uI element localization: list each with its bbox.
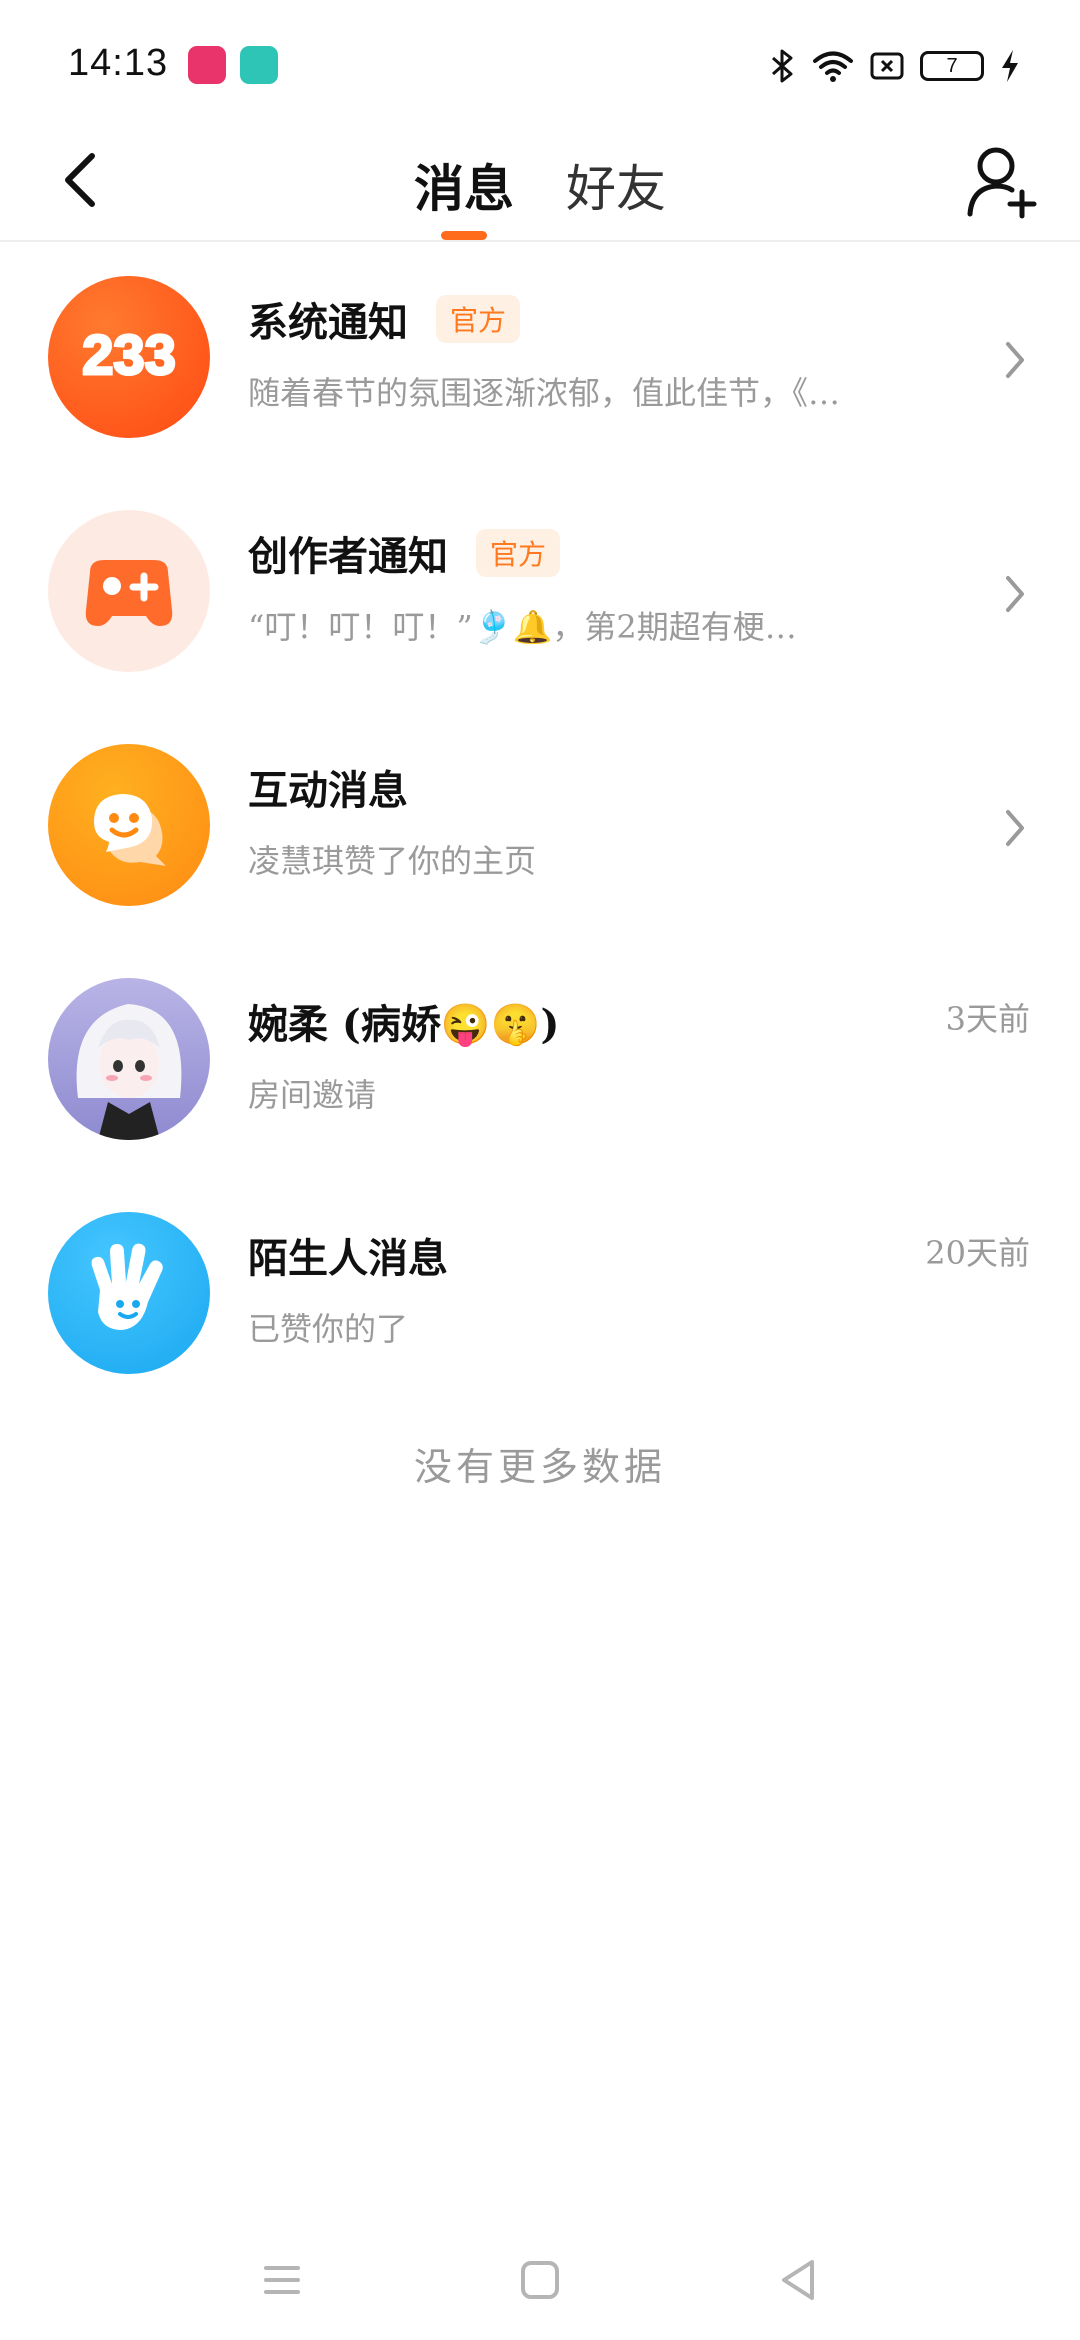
no-more-data-label: 没有更多数据 <box>413 1445 666 1489</box>
bluetooth-icon <box>772 49 793 83</box>
list-item-creator-notice[interactable]: 创作者通知 官方 “叮！叮！叮！”🎐🔔，第2期超有梗… <box>0 478 1080 712</box>
status-time: 14:13 <box>68 42 169 84</box>
svg-text:233: 233 <box>82 323 175 386</box>
wifi-icon <box>813 51 853 82</box>
item-title: 创作者通知 <box>248 533 448 580</box>
official-badge: 官方 <box>436 295 521 343</box>
menu-icon[interactable] <box>252 2250 312 2310</box>
app-icon-chat <box>240 46 278 84</box>
tab-friends-label: 好友 <box>566 160 666 218</box>
system-navigation-bar <box>0 2230 1080 2320</box>
charging-icon <box>1002 50 1018 82</box>
status-bar: 14:13 7 <box>0 0 1080 130</box>
list-item-interaction-messages[interactable]: 互动消息 凌慧琪赞了你的主页 <box>0 712 1080 946</box>
gamepad-icon <box>48 510 210 672</box>
app-icon-video <box>188 46 226 84</box>
sim-icon <box>870 52 904 80</box>
233-logo-icon: 233 <box>48 276 210 438</box>
tab-friends[interactable]: 好友 <box>566 130 666 240</box>
item-timestamp: 20天前 <box>925 1234 1030 1272</box>
tab-bar: 消息 好友 <box>0 130 1080 240</box>
chevron-right-icon <box>1006 576 1024 612</box>
item-preview: 凌慧琪赞了你的主页 <box>248 842 537 880</box>
message-list: 233 系统通知 官方 随着春节的氛围逐渐浓郁，值此佳节，《… 创作者通知 官方… <box>0 244 1080 1414</box>
tab-messages[interactable]: 消息 <box>414 130 514 240</box>
home-icon[interactable] <box>510 2250 570 2310</box>
battery-icon: 7 <box>920 51 984 81</box>
item-preview: “叮！叮！叮！”🎐🔔，第2期超有梗… <box>248 608 797 646</box>
item-preview: 房间邀请 <box>248 1076 377 1114</box>
item-title: 陌生人消息 <box>248 1235 448 1282</box>
official-badge: 官方 <box>476 529 561 577</box>
item-timestamp: 3天前 <box>945 1000 1030 1038</box>
list-item-system-notice[interactable]: 233 系统通知 官方 随着春节的氛围逐渐浓郁，值此佳节，《… <box>0 244 1080 478</box>
item-preview: 随着春节的氛围逐渐浓郁，值此佳节，《… <box>248 374 841 412</box>
item-preview: 已赞你的了 <box>248 1310 409 1348</box>
tab-messages-label: 消息 <box>414 159 514 218</box>
back-triangle-icon[interactable] <box>768 2250 828 2310</box>
add-friend-icon[interactable] <box>962 136 1042 226</box>
chevron-right-icon <box>1006 810 1024 846</box>
active-tab-indicator <box>441 231 487 240</box>
list-item-friend-chat[interactable]: 婉柔 (病娇😜🤫) 房间邀请 3天前 <box>0 946 1080 1180</box>
item-title: 互动消息 <box>248 767 408 814</box>
user-avatar <box>48 978 210 1140</box>
top-navigation: 消息 好友 <box>0 130 1080 242</box>
list-item-stranger-messages[interactable]: 陌生人消息 已赞你的了 20天前 <box>0 1180 1080 1414</box>
item-title: 婉柔 (病娇😜🤫) <box>248 1001 560 1048</box>
battery-level: 7 <box>946 54 958 77</box>
item-title: 系统通知 <box>248 299 408 346</box>
status-icons: 7 <box>770 44 1020 88</box>
chat-face-icon <box>48 744 210 906</box>
chevron-right-icon <box>1006 342 1024 378</box>
wave-hand-icon <box>48 1212 210 1374</box>
